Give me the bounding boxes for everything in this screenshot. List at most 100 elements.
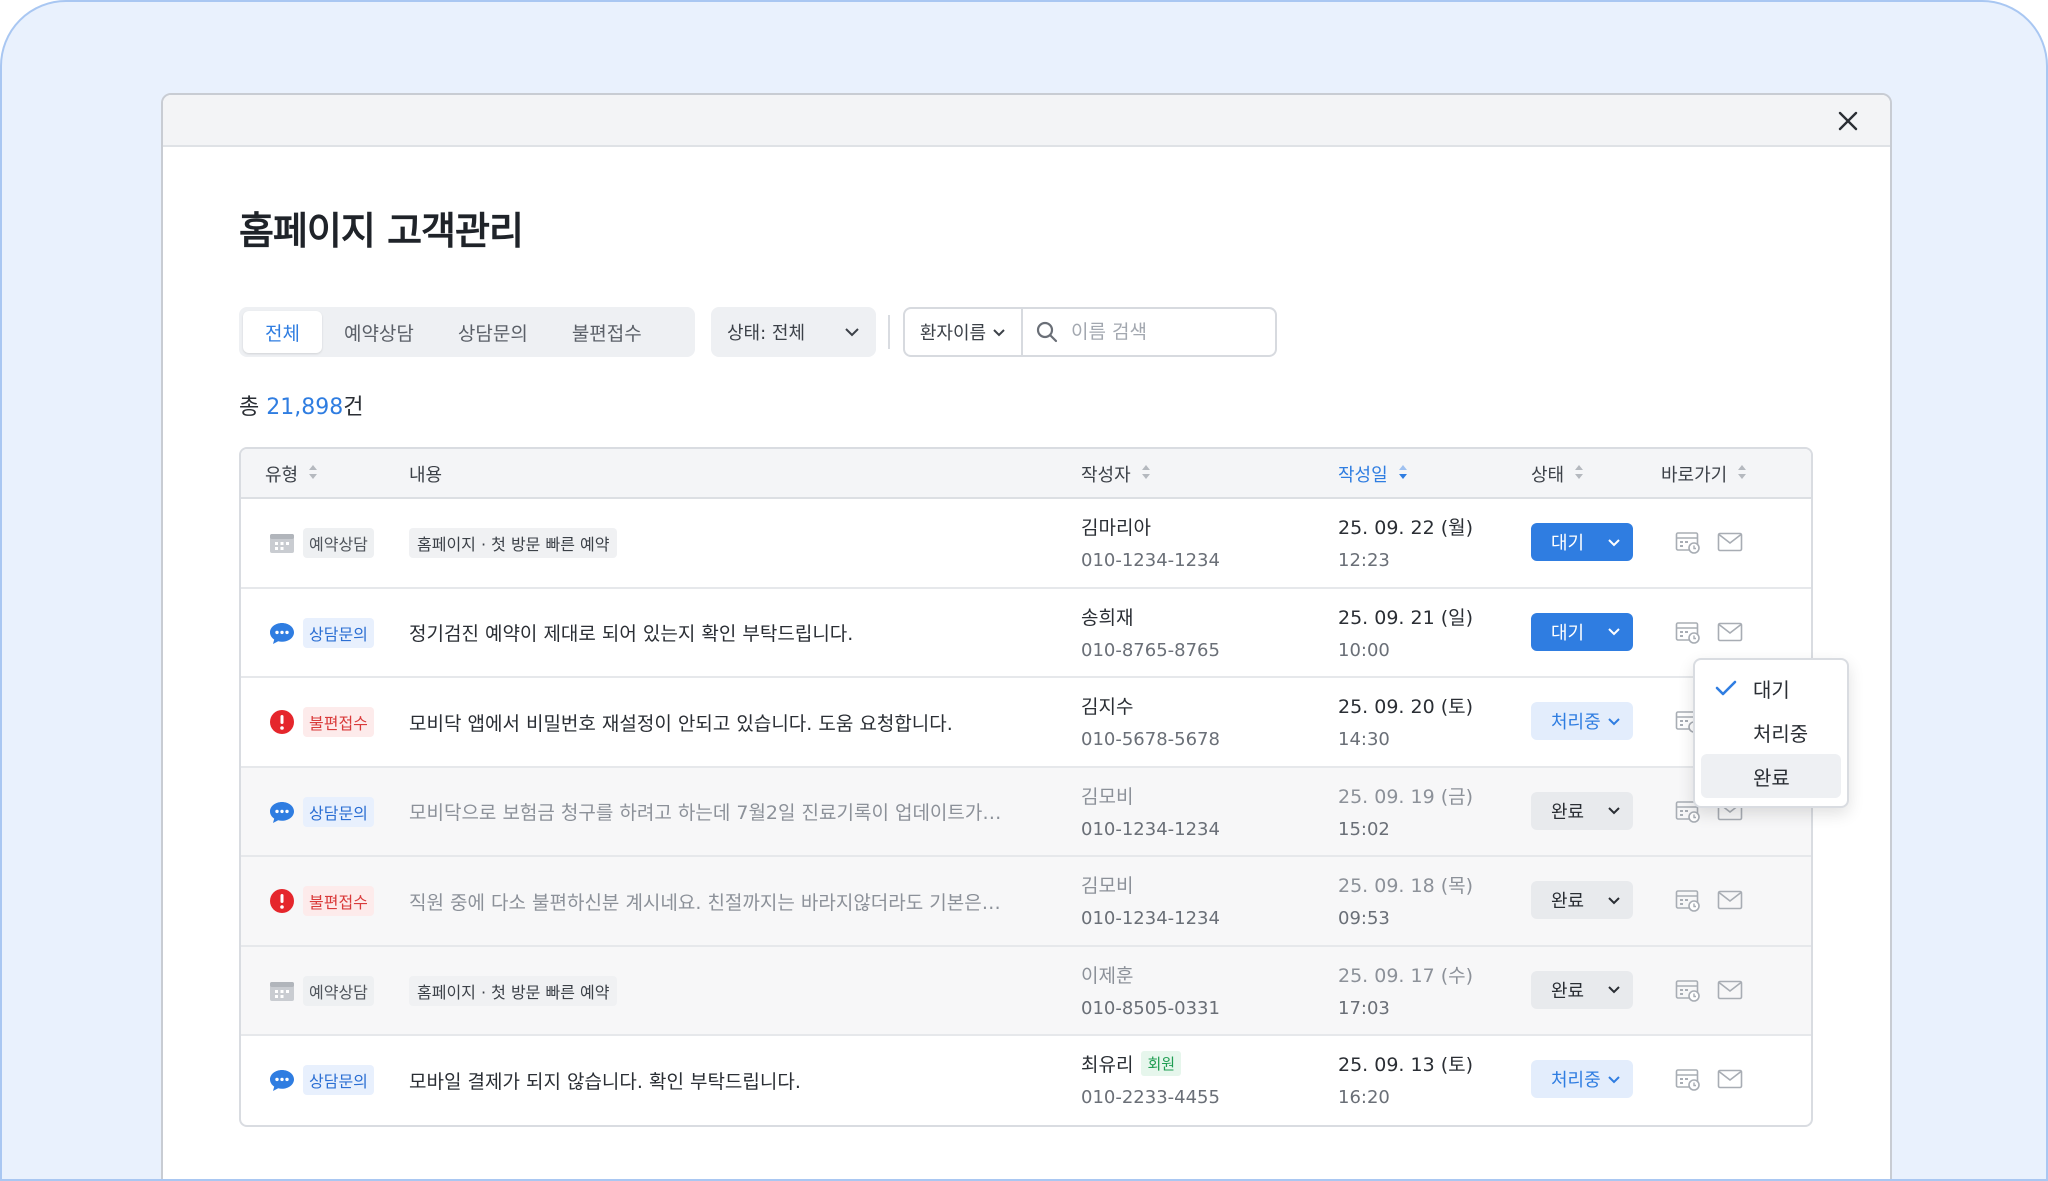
calendar-schedule-icon[interactable] bbox=[1675, 529, 1701, 555]
author-phone: 010-8505-0331 bbox=[1081, 997, 1220, 1019]
shortcut-cell bbox=[1675, 887, 1743, 913]
sort-icon bbox=[308, 464, 318, 485]
total-suffix: 건 bbox=[343, 395, 364, 420]
author-name: 최유리 bbox=[1081, 1054, 1134, 1076]
column-header-author[interactable]: 작성자 bbox=[1081, 449, 1151, 499]
mail-icon[interactable] bbox=[1717, 887, 1743, 913]
date-text: 25. 09. 13 (토) bbox=[1338, 1054, 1474, 1076]
author-name: 김모비 bbox=[1081, 875, 1134, 897]
calendar-schedule-icon[interactable] bbox=[1675, 887, 1701, 913]
column-status-label: 상태 bbox=[1531, 465, 1565, 486]
content-cell[interactable]: 모바일 결제가 되지 않습니다. 확인 부탁드립니다. bbox=[409, 1036, 1049, 1124]
status-cell: 완료 bbox=[1531, 791, 1633, 830]
type-badge: 예약상담 bbox=[303, 528, 374, 558]
status-cell: 처리중 bbox=[1531, 702, 1633, 740]
column-header-date[interactable]: 작성일 bbox=[1338, 449, 1408, 499]
type-badge: 상담문의 bbox=[303, 1065, 374, 1095]
table-row[interactable]: 불편접수 모비닥 앱에서 비밀번호 재설정이 안되고 있습니다. 도움 요청합니다… bbox=[241, 678, 1811, 768]
author-cell: 이제훈 010-8505-0331 bbox=[1081, 961, 1220, 1019]
status-filter-label: 상태: 전체 bbox=[727, 323, 806, 344]
dropdown-option[interactable]: 완료 bbox=[1701, 754, 1841, 798]
date-text: 25. 09. 22 (월) bbox=[1338, 517, 1474, 539]
chat-bubble-icon bbox=[269, 620, 295, 646]
status-select-button[interactable]: 완료 bbox=[1531, 791, 1633, 830]
time-text: 10:00 bbox=[1338, 639, 1390, 661]
status-select-button[interactable]: 대기 bbox=[1531, 612, 1633, 651]
content-cell[interactable]: 모비닥 앱에서 비밀번호 재설정이 안되고 있습니다. 도움 요청합니다. bbox=[409, 678, 1049, 766]
chevron-down-icon bbox=[1607, 627, 1621, 636]
search-icon bbox=[1036, 321, 1058, 343]
table-row[interactable]: 예약상담 홈페이지 · 첫 방문 빠른 예약 김마리아 010-1234-1234 25… bbox=[241, 499, 1811, 589]
shortcut-cell bbox=[1675, 529, 1743, 555]
calendar-schedule-icon[interactable] bbox=[1675, 1066, 1701, 1092]
content-cell[interactable]: 홈페이지 · 첫 방문 빠른 예약 bbox=[409, 499, 1049, 587]
mail-icon[interactable] bbox=[1717, 619, 1743, 645]
tab-0[interactable]: 전체 bbox=[243, 311, 322, 353]
content-cell[interactable]: 모비닥으로 보험금 청구를 하려고 하는데 7월2일 진료기록이 업데이트가… bbox=[409, 768, 1049, 856]
search-type-select[interactable]: 환자이름 bbox=[905, 309, 1023, 355]
total-count: 총 21,898건 bbox=[239, 389, 363, 421]
content-tag: 홈페이지 · 첫 방문 빠른 예약 bbox=[409, 975, 618, 1006]
dropdown-option[interactable]: 대기 bbox=[1701, 666, 1841, 710]
mail-icon[interactable] bbox=[1717, 529, 1743, 555]
column-header-status[interactable]: 상태 bbox=[1531, 449, 1584, 499]
status-select-button[interactable]: 완료 bbox=[1531, 881, 1633, 919]
mail-icon[interactable] bbox=[1717, 977, 1743, 1003]
table-row[interactable]: 예약상담 홈페이지 · 첫 방문 빠른 예약 이제훈 010-8505-0331 25.… bbox=[241, 946, 1811, 1036]
customer-table: 유형 내용 작성자 작성일 상태 바로가기 예약상담 홈페이지 · 첫 방문 빠른… bbox=[239, 447, 1813, 1127]
status-label: 처리중 bbox=[1551, 1070, 1601, 1091]
chevron-down-icon bbox=[1607, 538, 1621, 547]
table-row[interactable]: 불편접수 직원 중에 다소 불편하신분 계시네요. 친절까지는 바라지않더라도 기… bbox=[241, 857, 1811, 947]
status-select-button[interactable]: 처리중 bbox=[1531, 702, 1633, 740]
page-background: 홈페이지 고객관리 전체예약상담상담문의불편접수 상태: 전체 환자이름 총 2… bbox=[0, 0, 2048, 1181]
author-name-line: 김마리아 bbox=[1081, 513, 1151, 540]
author-name-line: 송희재 bbox=[1081, 603, 1133, 630]
date-text: 25. 09. 19 (금) bbox=[1338, 785, 1474, 808]
shortcut-cell bbox=[1675, 619, 1743, 645]
content-cell[interactable]: 직원 중에 다소 불편하신분 계시네요. 친절까지는 바라지않더라도 기본은… bbox=[409, 857, 1049, 945]
tab-1[interactable]: 예약상담 bbox=[322, 311, 436, 353]
mail-icon[interactable] bbox=[1717, 1066, 1743, 1092]
status-filter-select[interactable]: 상태: 전체 bbox=[711, 307, 876, 357]
content-text: 정기검진 예약이 제대로 되어 있는지 확인 부탁드립니다. bbox=[409, 623, 854, 645]
status-select-button[interactable]: 처리중 bbox=[1531, 1060, 1633, 1098]
close-button[interactable] bbox=[1832, 105, 1864, 137]
dropdown-option[interactable]: 처리중 bbox=[1701, 710, 1841, 754]
date-cell: 25. 09. 21 (일) 10:00 bbox=[1338, 603, 1473, 661]
customer-management-modal: 홈페이지 고객관리 전체예약상담상담문의불편접수 상태: 전체 환자이름 총 2… bbox=[161, 93, 1892, 1179]
date-cell: 25. 09. 18 (목) 09:53 bbox=[1338, 871, 1473, 929]
table-row[interactable]: 상담문의 정기검진 예약이 제대로 되어 있는지 확인 부탁드립니다. 송희재 010… bbox=[241, 589, 1811, 678]
author-cell: 김지수 010-5678-5678 bbox=[1081, 692, 1220, 750]
date-text: 25. 09. 17 (수) bbox=[1338, 964, 1474, 987]
content-text: 모바일 결제가 되지 않습니다. 확인 부탁드립니다. bbox=[409, 1070, 801, 1093]
type-cell: 불편접수 bbox=[269, 857, 374, 945]
calendar-schedule-icon[interactable] bbox=[1675, 977, 1701, 1003]
date-cell: 25. 09. 13 (토) 16:20 bbox=[1338, 1050, 1473, 1108]
tab-2[interactable]: 상담문의 bbox=[436, 311, 550, 353]
chat-bubble-icon bbox=[269, 1067, 295, 1093]
table-row[interactable]: 상담문의 모바일 결제가 되지 않습니다. 확인 부탁드립니다. 최유리 회원 010-… bbox=[241, 1036, 1811, 1125]
column-type-label: 유형 bbox=[265, 465, 299, 486]
table-row[interactable]: 상담문의 모비닥으로 보험금 청구를 하려고 하는데 7월2일 진료기록이 업데이… bbox=[241, 767, 1811, 857]
column-header-type[interactable]: 유형 bbox=[265, 449, 318, 499]
tab-3[interactable]: 불편접수 bbox=[550, 311, 664, 353]
column-header-shortcut[interactable]: 바로가기 bbox=[1661, 449, 1747, 499]
author-phone: 010-1234-1234 bbox=[1081, 818, 1220, 840]
type-cell: 예약상담 bbox=[269, 947, 374, 1035]
type-cell: 상담문의 bbox=[269, 1036, 374, 1124]
alert-icon bbox=[269, 709, 295, 735]
content-cell[interactable]: 홈페이지 · 첫 방문 빠른 예약 bbox=[409, 947, 1049, 1035]
author-phone: 010-1234-1234 bbox=[1081, 908, 1220, 929]
content-tag: 홈페이지 · 첫 방문 빠른 예약 bbox=[409, 528, 618, 558]
chevron-down-icon bbox=[1607, 1075, 1621, 1084]
status-dropdown-menu: 대기 처리중 완료 bbox=[1693, 658, 1849, 808]
status-select-button[interactable]: 대기 bbox=[1531, 523, 1633, 561]
content-cell[interactable]: 정기검진 예약이 제대로 되어 있는지 확인 부탁드립니다. bbox=[409, 589, 1049, 677]
author-name-line: 김모비 bbox=[1081, 782, 1133, 809]
search-input[interactable] bbox=[1071, 321, 1271, 343]
sort-icon bbox=[1141, 464, 1151, 485]
author-name: 이제훈 bbox=[1081, 964, 1134, 987]
status-label: 완료 bbox=[1551, 801, 1585, 823]
status-select-button[interactable]: 완료 bbox=[1531, 970, 1633, 1009]
calendar-schedule-icon[interactable] bbox=[1675, 619, 1701, 645]
